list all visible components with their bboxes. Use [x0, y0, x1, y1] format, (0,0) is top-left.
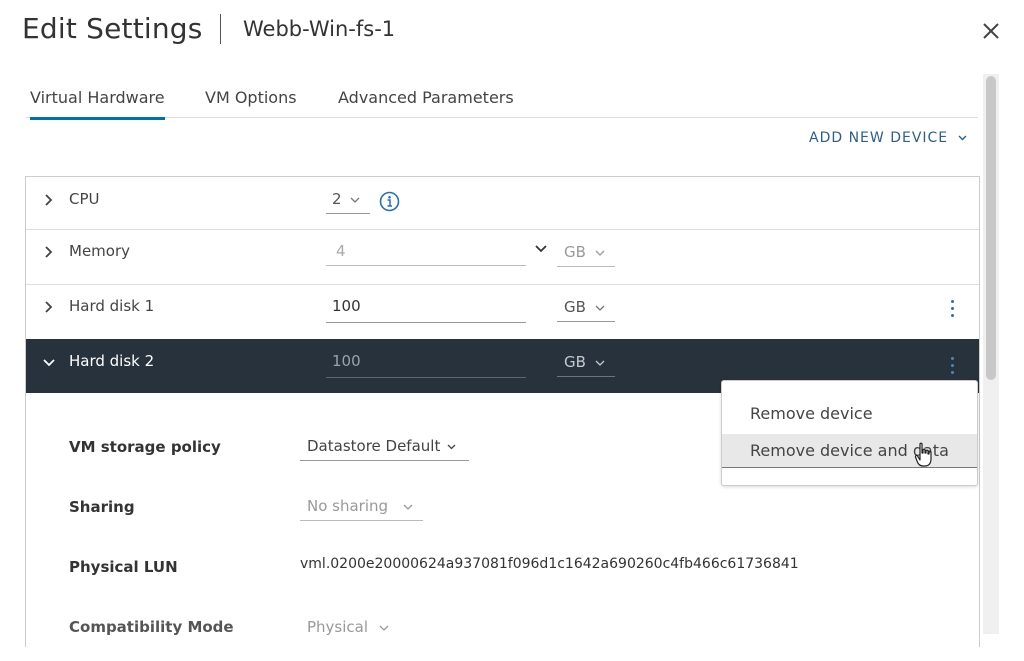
chevron-down-icon	[595, 250, 605, 256]
compatibility-mode-value: Physical	[307, 618, 369, 636]
chevron-down-icon	[958, 135, 967, 141]
compatibility-mode-label: Compatibility Mode	[69, 618, 234, 636]
physical-lun-label: Physical LUN	[69, 558, 178, 576]
hard-disk-1-unit: GB	[564, 298, 586, 316]
hard-disk-1-size-input[interactable]: 100	[326, 297, 526, 323]
cpu-select[interactable]: 2	[326, 190, 370, 214]
device-context-menu: Remove device Remove device and data	[721, 380, 978, 486]
add-new-device-button[interactable]: ADD NEW DEVICE	[809, 130, 967, 146]
hard-disk-1-label: Hard disk 1	[69, 297, 155, 315]
sharing-label: Sharing	[69, 498, 135, 516]
chevron-down-icon	[350, 197, 360, 203]
sharing-value: No sharing	[307, 497, 389, 515]
device-row-cpu: CPU 2	[26, 177, 979, 230]
chevron-down-icon	[379, 625, 389, 631]
memory-input[interactable]: 4	[326, 242, 526, 266]
hand-pointer-icon	[914, 442, 932, 467]
device-row-hard-disk-1: Hard disk 1 100 GB	[26, 284, 979, 340]
memory-label: Memory	[69, 242, 131, 260]
vm-name: Webb-Win-fs-1	[243, 17, 396, 41]
title-separator	[220, 14, 221, 44]
hard-disk-2-size-input[interactable]: 100	[326, 352, 526, 378]
chevron-right-icon[interactable]	[42, 300, 56, 314]
chevron-down-icon	[447, 444, 456, 449]
chevron-right-icon[interactable]	[42, 193, 56, 207]
chevron-down-icon[interactable]	[42, 356, 56, 370]
chevron-right-icon[interactable]	[42, 245, 56, 259]
hard-disk-1-unit-select[interactable]: GB	[557, 298, 615, 322]
hard-disk-2-unit-select[interactable]: GB	[557, 353, 615, 377]
chevron-down-icon	[595, 360, 605, 366]
device-row-memory: Memory 4 GB	[26, 229, 979, 285]
cpu-value: 2	[332, 190, 342, 208]
add-new-device-label: ADD NEW DEVICE	[809, 130, 949, 146]
kebab-menu-icon[interactable]	[951, 357, 955, 375]
kebab-menu-icon[interactable]	[951, 300, 955, 318]
info-icon[interactable]	[379, 191, 400, 212]
hard-disk-2-unit: GB	[564, 353, 586, 371]
storage-policy-value: Datastore Default	[307, 437, 441, 455]
dialog-title: Edit Settings	[22, 12, 203, 45]
memory-unit: GB	[564, 243, 586, 261]
remove-device-and-data-menu-item[interactable]: Remove device and data	[722, 434, 977, 468]
close-icon[interactable]	[978, 18, 1004, 44]
chevron-down-icon	[595, 305, 605, 311]
chevron-down-icon[interactable]	[534, 244, 548, 254]
hard-disk-2-label: Hard disk 2	[69, 352, 155, 370]
scrollbar-thumb[interactable]	[986, 76, 996, 380]
storage-policy-label: VM storage policy	[69, 438, 221, 456]
compatibility-mode-select[interactable]: Physical	[307, 618, 389, 636]
tab-vm-options[interactable]: VM Options	[205, 88, 297, 117]
tab-virtual-hardware[interactable]: Virtual Hardware	[30, 88, 165, 120]
physical-lun-value: vml.0200e20000624a937081f096d1c1642a6902…	[300, 556, 799, 572]
storage-policy-select[interactable]: Datastore Default	[300, 437, 469, 461]
sharing-select[interactable]: No sharing	[300, 497, 423, 521]
cpu-label: CPU	[69, 190, 100, 208]
scrollbar[interactable]	[983, 74, 999, 634]
tab-advanced-parameters[interactable]: Advanced Parameters	[338, 88, 514, 117]
memory-unit-select[interactable]: GB	[557, 243, 615, 267]
remove-device-menu-item[interactable]: Remove device	[722, 397, 977, 431]
chevron-down-icon	[403, 504, 413, 510]
tab-bar: Virtual Hardware VM Options Advanced Par…	[26, 86, 978, 120]
